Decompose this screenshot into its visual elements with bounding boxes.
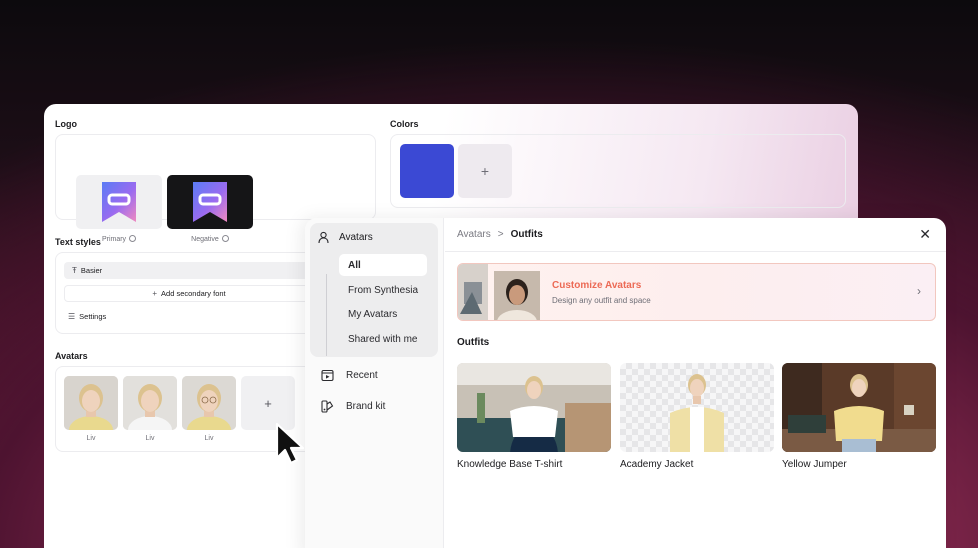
logo-primary-tile[interactable] <box>76 175 162 229</box>
nav-tree-line <box>326 274 327 356</box>
banner-title: Customize Avatars <box>552 280 642 291</box>
logo-card: Primary Negative <box>55 134 376 243</box>
sidebar-item-my-avatars[interactable]: My Avatars <box>339 303 427 325</box>
logo-negative-caption: Negative <box>167 235 253 243</box>
info-icon[interactable] <box>129 235 137 242</box>
sidebar-item-shared-with-me[interactable]: Shared with me <box>339 328 427 350</box>
outfits-section-title: Outfits <box>457 337 490 348</box>
mouse-cursor-icon <box>275 422 305 465</box>
synthesia-logo-icon <box>193 182 227 222</box>
outfit-thumbnail <box>457 363 611 452</box>
banner-subtitle: Design any outfit and space <box>552 296 651 305</box>
brand-kit-icon <box>321 400 334 413</box>
settings-label: Settings <box>79 312 107 321</box>
outfit-name: Yellow Jumper <box>782 459 847 470</box>
avatar-person-icon <box>318 231 329 244</box>
banner-avatar-collage <box>458 264 540 320</box>
avatar-portrait <box>64 376 118 430</box>
sidebar-item-all[interactable]: All <box>339 254 427 276</box>
outfit-card-academy-jacket[interactable] <box>620 363 774 452</box>
avatar-portrait <box>182 376 236 430</box>
colors-section-title: Colors <box>390 119 419 129</box>
outfit-card-yellow-jumper[interactable] <box>782 363 936 452</box>
add-color-button[interactable]: + <box>458 144 512 198</box>
picker-topbar: Avatars > Outfits ✕ <box>445 218 946 252</box>
outfit-name: Knowledge Base T-shirt <box>457 459 563 470</box>
synthesia-logo-icon <box>102 182 136 222</box>
sidebar-item-brand-kit[interactable]: Brand kit <box>321 400 385 413</box>
avatar-portrait <box>123 376 177 430</box>
breadcrumb-outfits: Outfits <box>510 229 543 240</box>
text-styles-section-title: Text styles <box>55 237 101 247</box>
customize-avatars-banner[interactable]: Customize Avatars Design any outfit and … <box>457 263 936 321</box>
text-settings-button[interactable]: ☰ Settings <box>64 308 314 325</box>
avatar-name: Liv <box>86 435 96 442</box>
breadcrumb-chevron-icon: > <box>497 229 504 240</box>
chevron-right-icon: › <box>917 284 921 298</box>
text-icon: Ŧ <box>72 266 77 275</box>
picker-sidebar: Avatars All From Synthesia My Avatars Sh… <box>305 218 444 548</box>
recent-label: Recent <box>346 370 378 381</box>
breadcrumb: Avatars > Outfits <box>457 229 543 240</box>
avatar-tile[interactable] <box>182 376 236 430</box>
recent-video-icon <box>321 369 334 382</box>
close-icon[interactable]: ✕ <box>919 226 931 243</box>
sidebar-avatars-header[interactable]: Avatars <box>317 231 373 244</box>
avatars-section-title: Avatars <box>55 351 88 361</box>
font-basier-row[interactable]: Ŧ Basier <box>64 262 314 279</box>
avatar-tile[interactable] <box>123 376 177 430</box>
avatar-picker-dialog: Avatars All From Synthesia My Avatars Sh… <box>305 218 946 548</box>
sidebar-item-from-synthesia[interactable]: From Synthesia <box>339 279 427 301</box>
outfit-thumbnail <box>670 374 724 452</box>
avatar-tile[interactable] <box>64 376 118 430</box>
outfit-thumbnail <box>782 363 936 452</box>
brand-kit-label: Brand kit <box>346 401 386 412</box>
sidebar-avatars-label: Avatars <box>339 232 373 243</box>
logo-negative-tile[interactable] <box>167 175 253 229</box>
avatar-name: Liv <box>204 435 214 442</box>
picker-content: Avatars > Outfits ✕ Customize Avatars Desi… <box>445 218 946 548</box>
logo-section-title: Logo <box>55 119 77 129</box>
sliders-icon: ☰ <box>68 312 76 321</box>
outfit-card-knowledge-base-tshirt[interactable] <box>457 363 611 452</box>
sidebar-item-recent[interactable]: Recent <box>321 369 378 382</box>
add-secondary-font-button[interactable]: + Add secondary font <box>64 285 314 302</box>
info-icon[interactable] <box>221 235 229 242</box>
add-secondary-font-label: Add secondary font <box>161 289 226 298</box>
outfit-name: Academy Jacket <box>620 459 694 470</box>
plus-icon: + <box>152 289 158 298</box>
avatar-name: Liv <box>145 435 155 442</box>
breadcrumb-avatars[interactable]: Avatars <box>457 229 491 240</box>
brand-color-swatch[interactable] <box>400 144 454 198</box>
font-name: Basier <box>80 266 103 275</box>
